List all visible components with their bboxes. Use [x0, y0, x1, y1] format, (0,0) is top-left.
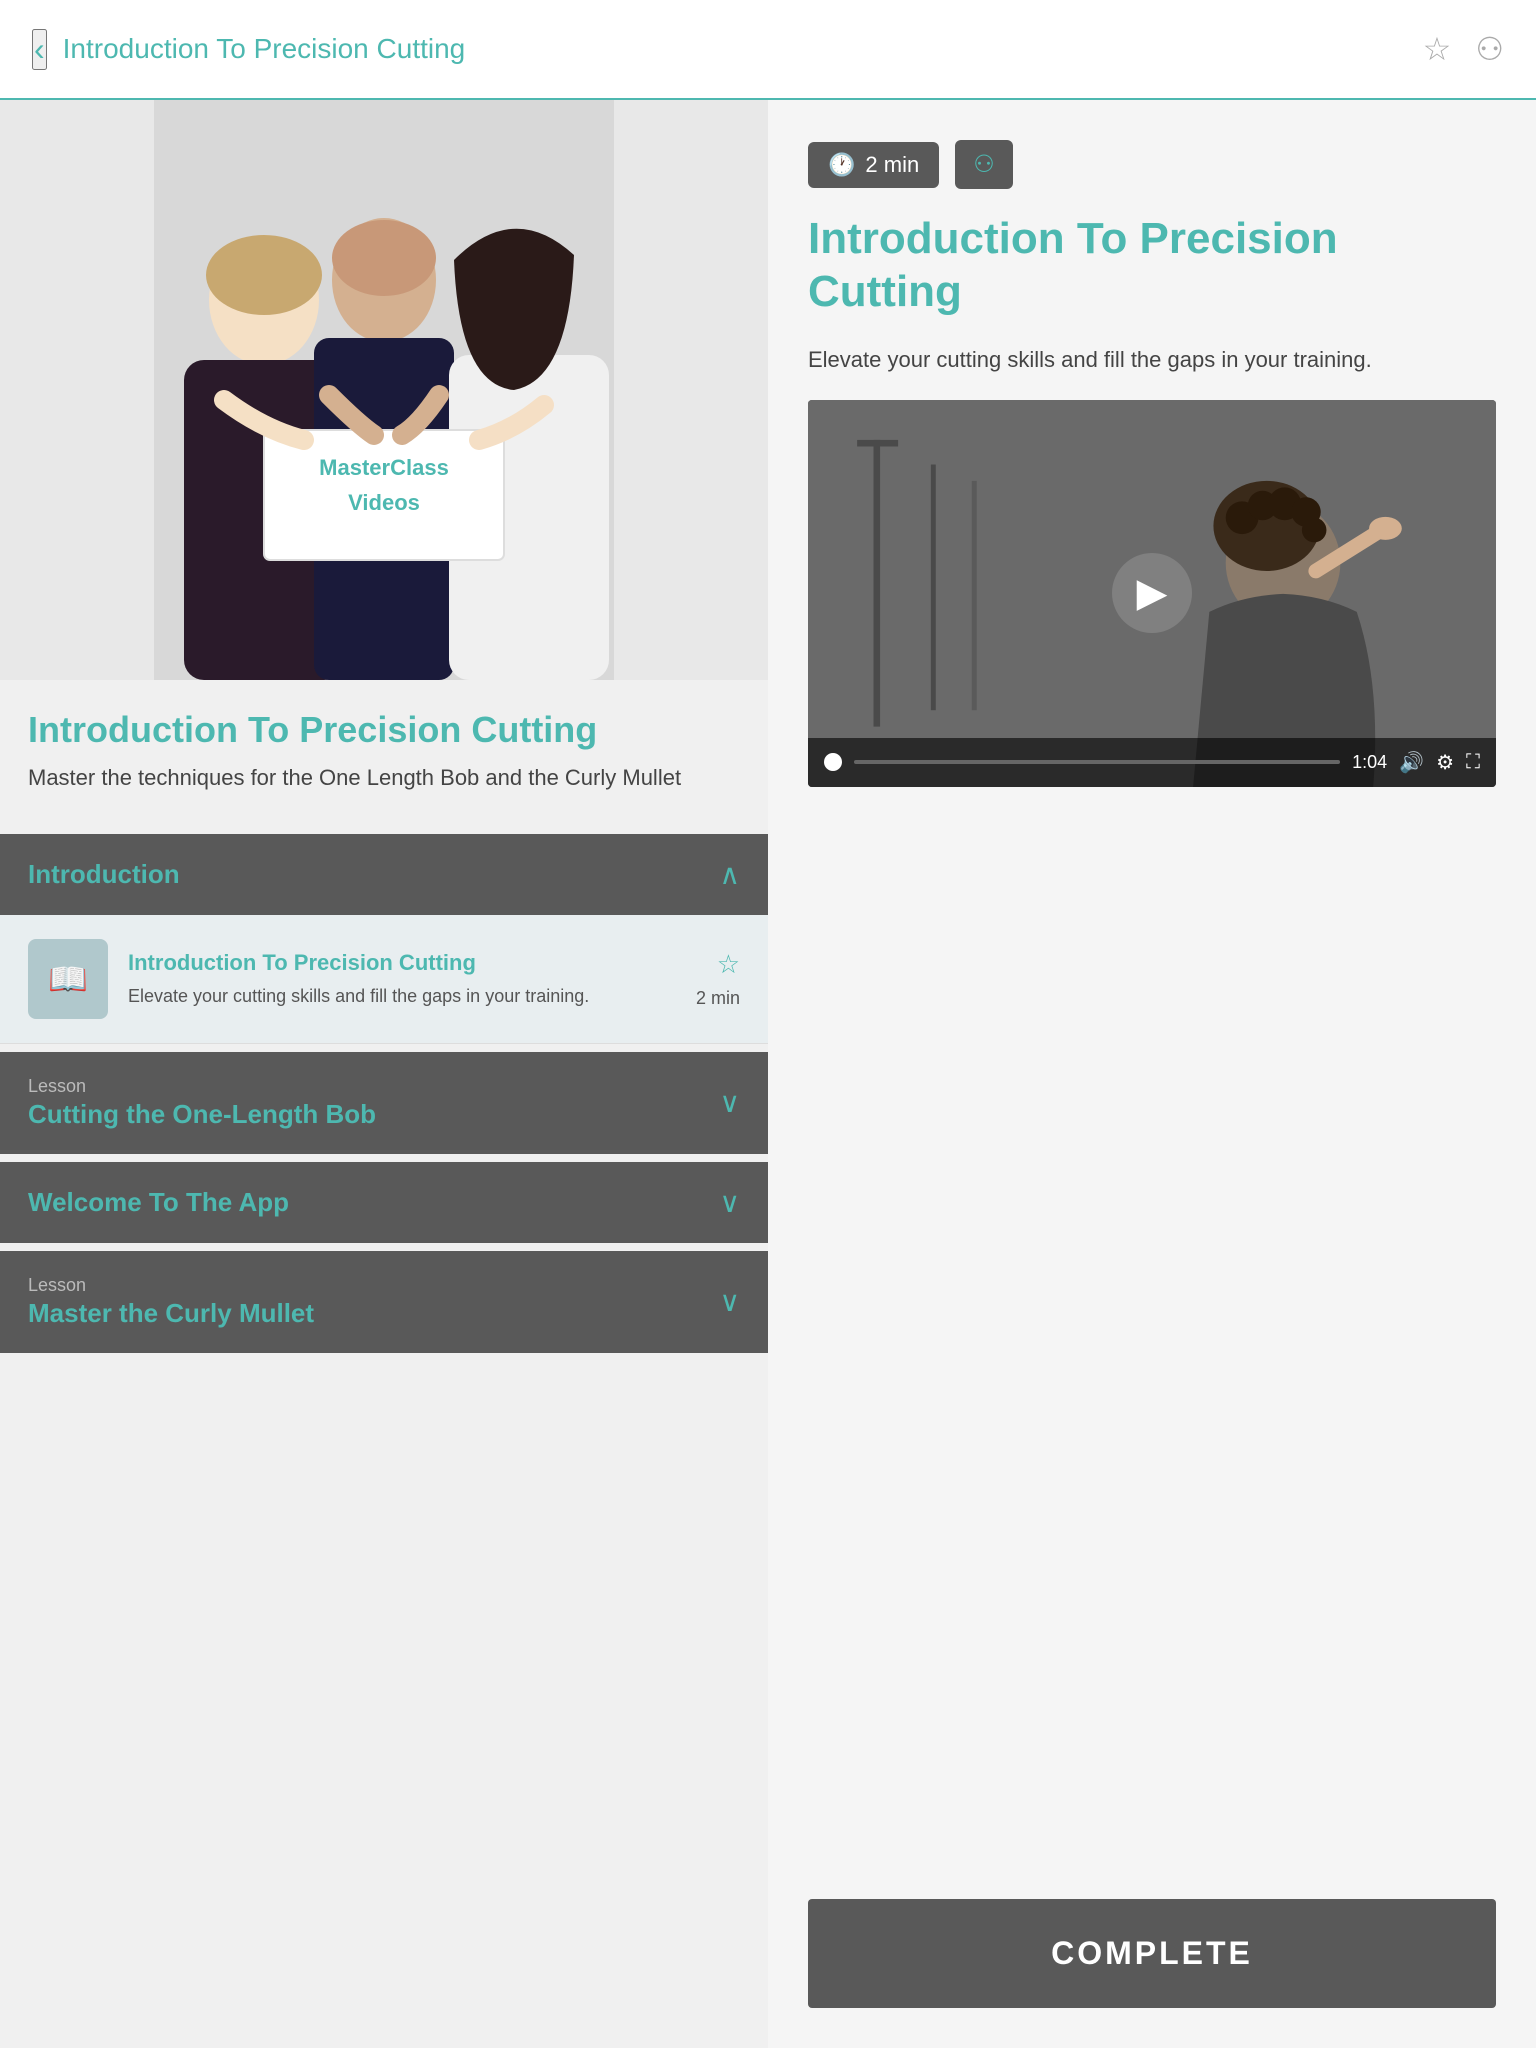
accordion-header-introduction[interactable]: Introduction ∧	[0, 834, 768, 915]
chevron-down-icon-welcome: ∨	[720, 1186, 741, 1219]
bookmark-button[interactable]: ☆	[1423, 30, 1452, 68]
duration-badge: 🕐 2 min	[808, 142, 939, 188]
svg-text:Videos: Videos	[348, 490, 420, 515]
hero-svg: MasterClass Videos	[0, 100, 768, 680]
content-description: Elevate your cutting skills and fill the…	[808, 343, 1496, 376]
lesson-name: Introduction To Precision Cutting	[128, 949, 676, 978]
book-icon: 📖	[48, 960, 88, 998]
play-button[interactable]: ▶	[1112, 553, 1192, 633]
course-hero-image: MasterClass Videos	[0, 100, 768, 680]
meta-badges: 🕐 2 min ⚇	[808, 140, 1496, 189]
accordion-title-curly-mullet: Master the Curly Mullet	[28, 1298, 314, 1329]
accordion-label-curly-mullet: Lesson	[28, 1275, 314, 1296]
progress-indicator	[824, 753, 842, 771]
volume-icon[interactable]: 🔊	[1399, 750, 1424, 775]
accordion-header-one-length-bob[interactable]: Lesson Cutting the One-Length Bob ∨	[0, 1052, 768, 1154]
spacer	[808, 811, 1496, 1875]
accordion-content-introduction: 📖 Introduction To Precision Cutting Elev…	[0, 915, 768, 1044]
course-title: Introduction To Precision Cutting	[28, 708, 740, 751]
main-layout: MasterClass Videos Introduction To Preci…	[0, 100, 1536, 2048]
course-subtitle: Master the techniques for the One Length…	[28, 763, 740, 794]
duration-label: 2 min	[865, 152, 919, 178]
accordion-title-one-length-bob: Cutting the One-Length Bob	[28, 1099, 376, 1130]
accordion-label-one-length-bob: Lesson	[28, 1076, 376, 1097]
header-title: Introduction To Precision Cutting	[63, 33, 466, 65]
complete-button[interactable]: COMPLETE	[808, 1899, 1496, 2008]
lesson-star-button[interactable]: ☆	[717, 949, 740, 980]
header-icons: ☆ ⚇	[1423, 30, 1504, 68]
link-button[interactable]: ⚇	[1475, 30, 1504, 68]
accordion-title-welcome-app: Welcome To The App	[28, 1187, 289, 1218]
accordion: Introduction ∧ 📖 Introduction To Precisi…	[0, 834, 768, 1353]
header-left: ‹ Introduction To Precision Cutting	[32, 29, 465, 70]
course-info: Introduction To Precision Cutting Master…	[0, 680, 768, 814]
accordion-section-one-length-bob: Lesson Cutting the One-Length Bob ∨	[0, 1052, 768, 1154]
video-time: 1:04	[1352, 752, 1387, 773]
lesson-text: Introduction To Precision Cutting Elevat…	[128, 949, 676, 1009]
settings-icon[interactable]: ⚙	[1436, 750, 1454, 775]
accordion-title-introduction: Introduction	[28, 859, 180, 890]
lesson-meta: ☆ 2 min	[696, 949, 740, 1009]
svg-text:MasterClass: MasterClass	[319, 455, 449, 480]
lesson-duration: 2 min	[696, 988, 740, 1009]
right-panel: 🕐 2 min ⚇ Introduction To Precision Cutt…	[768, 100, 1536, 2048]
chevron-down-icon: ∨	[720, 1086, 741, 1119]
header: ‹ Introduction To Precision Cutting ☆ ⚇	[0, 0, 1536, 100]
video-player[interactable]: ▶ 1:04 🔊 ⚙ ⛶	[808, 400, 1496, 787]
lesson-description: Elevate your cutting skills and fill the…	[128, 984, 676, 1009]
accordion-section-curly-mullet: Lesson Master the Curly Mullet ∨	[0, 1251, 768, 1353]
chevron-up-icon: ∧	[720, 858, 741, 891]
video-controls: 1:04 🔊 ⚙ ⛶	[808, 738, 1496, 787]
accordion-section-welcome-app: Welcome To The App ∨	[0, 1162, 768, 1243]
left-panel: MasterClass Videos Introduction To Preci…	[0, 100, 768, 2048]
back-button[interactable]: ‹	[32, 29, 47, 70]
chevron-down-icon-mullet: ∨	[720, 1285, 741, 1318]
progress-bar[interactable]	[854, 760, 1340, 764]
accordion-header-curly-mullet[interactable]: Lesson Master the Curly Mullet ∨	[0, 1251, 768, 1353]
clock-icon: 🕐	[828, 152, 855, 178]
lesson-thumbnail: 📖	[28, 939, 108, 1019]
accordion-header-welcome-app[interactable]: Welcome To The App ∨	[0, 1162, 768, 1243]
photo-scene: MasterClass Videos	[0, 100, 768, 680]
link-badge-button[interactable]: ⚇	[955, 140, 1013, 189]
accordion-section-introduction: Introduction ∧ 📖 Introduction To Precisi…	[0, 834, 768, 1044]
list-item[interactable]: 📖 Introduction To Precision Cutting Elev…	[0, 915, 768, 1044]
content-title: Introduction To Precision Cutting	[808, 213, 1496, 319]
fullscreen-icon[interactable]: ⛶	[1466, 751, 1480, 774]
